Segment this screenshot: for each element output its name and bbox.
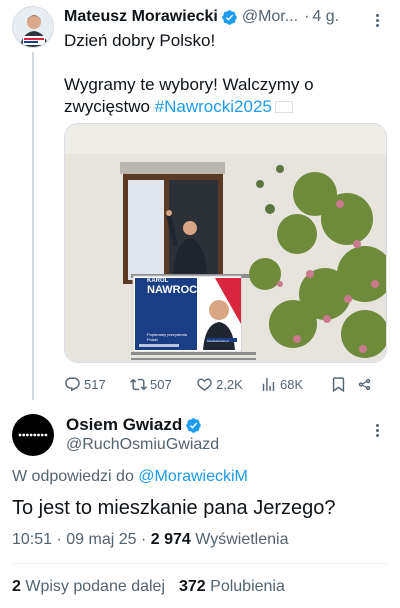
reply-count: 517	[84, 376, 106, 392]
reply-icon	[65, 376, 80, 391]
replying-to: W odpowiedzi do @MorawieckiM	[12, 468, 248, 486]
post-text-line-2: Wygramy te wybory! Walczymy o zwycięstwo…	[64, 74, 384, 118]
post-actions: 517 507 2,2K 68K	[64, 372, 384, 396]
verified-badge-icon	[222, 9, 237, 25]
reposts-stat[interactable]: 2 Wpisy podane dalej	[12, 578, 165, 595]
repost-button[interactable]: 507	[130, 376, 196, 393]
author-handle[interactable]: @Mor...	[242, 8, 298, 26]
reply-views-count: 2 974	[150, 531, 191, 548]
reposts-stat-count: 2	[12, 578, 21, 595]
repost-icon	[130, 378, 147, 390]
author-avatar[interactable]	[12, 6, 54, 48]
reply-header: Osiem Gwiazd	[66, 414, 202, 436]
reply-button[interactable]: 517	[64, 376, 130, 393]
likes-stat[interactable]: 372 Polubienia	[179, 578, 285, 595]
verified-badge-icon	[186, 417, 201, 433]
original-post[interactable]: Mateusz Morawiecki @Mor... · 4 g. Dzień …	[0, 0, 400, 400]
reply-author-avatar[interactable]	[12, 414, 54, 456]
reply-author-handle[interactable]: @RuchOsmiuGwiazd	[66, 436, 219, 454]
reply-timestamp[interactable]: 10:51 · 09 maj 25 ·	[12, 531, 151, 548]
more-icon[interactable]	[376, 14, 380, 30]
post-text-line-1: Dzień dobry Polsko!	[64, 31, 216, 50]
bookmark-icon	[332, 376, 345, 392]
post-photo[interactable]: KAROL NAWROCKI Popieramy prezydenta Pols…	[64, 123, 387, 363]
eight-stars-logo	[18, 433, 48, 437]
more-icon[interactable]	[376, 424, 380, 440]
post-time[interactable]: 4 g.	[312, 8, 339, 26]
replying-to-mention[interactable]: @MorawieckiM	[138, 468, 248, 485]
author-name[interactable]: Mateusz Morawiecki	[64, 8, 218, 26]
views-icon	[262, 377, 275, 391]
header-separator: ·	[304, 8, 310, 25]
views-button[interactable]: 68K	[260, 376, 330, 393]
divider	[12, 563, 388, 564]
post-text: Dzień dobry Polsko! Wygramy te wybory! W…	[64, 30, 384, 118]
reply-meta: 10:51 · 09 maj 25 · 2 974 Wyświetlenia	[12, 531, 288, 549]
share-icon	[358, 378, 371, 390]
likes-stat-label: Polubienia	[205, 578, 285, 595]
avatar-image	[13, 7, 53, 47]
replying-to-prefix: W odpowiedzi do	[12, 468, 139, 485]
reply-author-name[interactable]: Osiem Gwiazd	[66, 415, 182, 435]
like-count: 2,2K	[216, 376, 243, 392]
views-count: 68K	[280, 376, 304, 392]
reply-views-label: Wyświetlenia	[190, 531, 289, 548]
thread-connector-line	[32, 52, 34, 400]
like-icon	[197, 377, 212, 391]
banner-name: NAWROCKI	[147, 284, 209, 296]
reply-text: To jest to mieszkanie pana Jerzego?	[12, 497, 336, 519]
likes-stat-count: 372	[179, 578, 206, 595]
bookmark-button[interactable]	[330, 376, 356, 393]
reply-stats: 2 Wpisy podane dalej 372 Polubienia	[12, 578, 285, 596]
banner-url: karolnawrocki.pl	[207, 339, 229, 343]
post-header: Mateusz Morawiecki @Mor... · 4 g.	[64, 6, 392, 28]
repost-count: 507	[150, 376, 172, 392]
hashtag-link[interactable]: #Nawrocki2025	[155, 97, 272, 116]
poland-flag-icon	[274, 101, 293, 113]
like-button[interactable]: 2,2K	[196, 376, 260, 393]
banner-tagline: Popieramy prezydenta Polski	[147, 332, 188, 342]
share-button[interactable]	[356, 376, 376, 393]
banner-text: KAROL NAWROCKI Popieramy prezydenta Pols…	[147, 278, 209, 342]
balcony-photo	[65, 124, 386, 362]
reposts-stat-label: Wpisy podane dalej	[20, 578, 165, 595]
